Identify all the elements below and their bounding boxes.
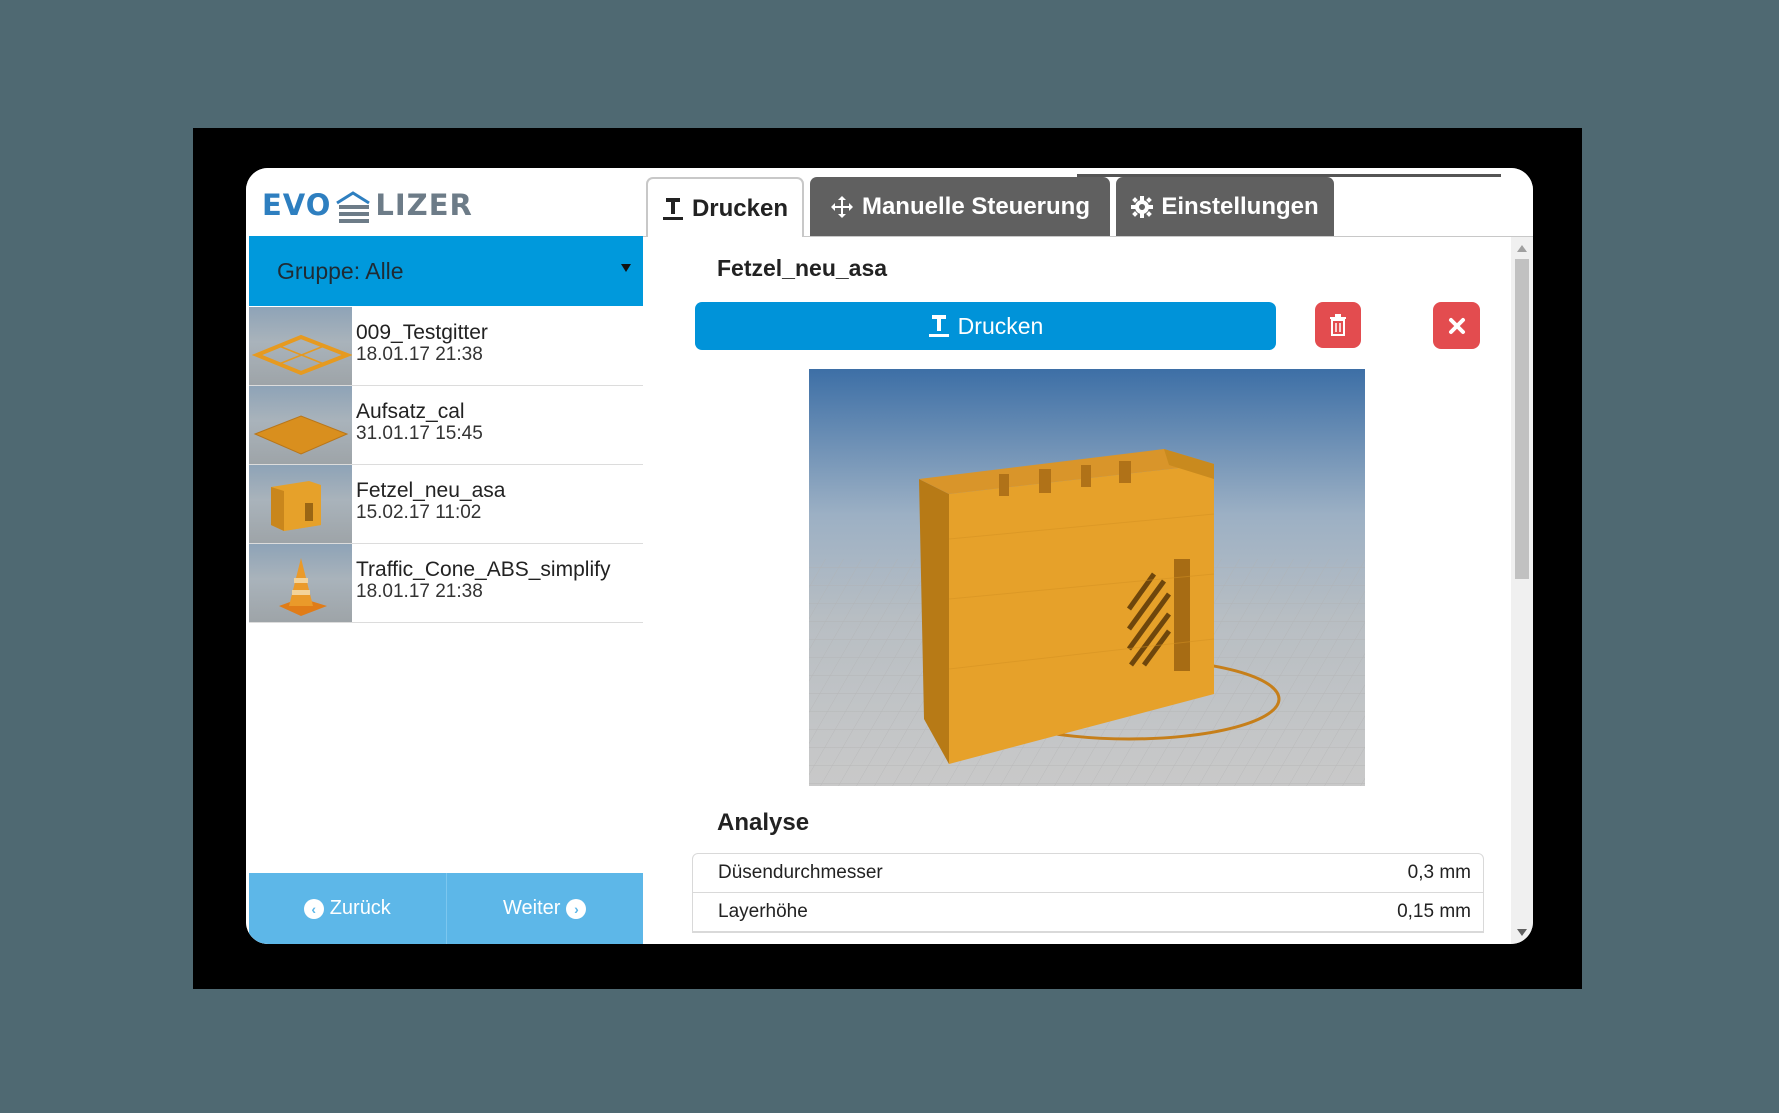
- scroll-down-icon[interactable]: [1517, 929, 1527, 936]
- tab-label: Manuelle Steuerung: [861, 192, 1091, 220]
- logo-mark-icon: [336, 191, 371, 223]
- scroll-up-icon[interactable]: [1517, 245, 1527, 252]
- page-title: Fetzel_neu_asa: [717, 255, 888, 281]
- file-date: 18.01.17 21:38: [356, 581, 483, 602]
- dropdown-caret-icon: [621, 264, 631, 272]
- file-name: 009_Testgitter: [356, 321, 488, 344]
- print-button-label: Drucken: [957, 312, 1044, 339]
- analysis-row: Düsendurchmesser 0,3 mm: [693, 854, 1483, 893]
- file-date: 18.01.17 21:38: [356, 344, 483, 365]
- group-select-label: Gruppe: Alle: [277, 257, 404, 284]
- delete-button[interactable]: [1315, 302, 1361, 348]
- app-logo: EVO LIZER: [262, 182, 473, 228]
- move-arrows-icon: [830, 195, 853, 218]
- file-item-traffic-cone[interactable]: Traffic_Cone_ABS_simplify 18.01.17 21:38: [249, 544, 643, 623]
- back-label: Zurück: [329, 897, 391, 919]
- file-list: 009_Testgitter 18.01.17 21:38 Aufsatz_ca…: [249, 307, 643, 623]
- file-date: 31.01.17 15:45: [356, 423, 483, 444]
- app-screen: EVO LIZER Gruppe: Alle 009_Testgitter 18…: [246, 168, 1533, 944]
- tab-bar: Drucken Manuelle Steuerung Einstellungen: [643, 168, 1533, 238]
- tab-drucken[interactable]: Drucken: [646, 177, 804, 238]
- main-content: Fetzel_neu_asa Drucken Analyse Düsendurc…: [643, 237, 1511, 944]
- file-thumbnail: [249, 544, 352, 622]
- analysis-value: 0,3 mm: [1407, 862, 1471, 883]
- tab-label: Einstellungen: [1161, 192, 1319, 220]
- file-item-aufsatz-cal[interactable]: Aufsatz_cal 31.01.17 15:45: [249, 386, 643, 465]
- gear-icon: [1131, 195, 1154, 218]
- close-button[interactable]: [1433, 302, 1480, 349]
- model-preview-image: [809, 369, 1365, 786]
- pagination: ‹ Zurück Weiter ›: [249, 873, 643, 944]
- file-thumbnail: [249, 386, 352, 464]
- scrollbar-thumb[interactable]: [1515, 259, 1529, 579]
- file-name: Fetzel_neu_asa: [356, 479, 506, 502]
- file-date: 15.02.17 11:02: [356, 502, 482, 523]
- file-name: Traffic_Cone_ABS_simplify: [356, 558, 611, 581]
- print-icon: [928, 315, 949, 337]
- file-name: Aufsatz_cal: [356, 400, 465, 423]
- sidebar: EVO LIZER Gruppe: Alle 009_Testgitter 18…: [246, 168, 644, 944]
- file-thumbnail: [249, 465, 352, 543]
- tab-manuelle-steuerung[interactable]: Manuelle Steuerung: [810, 177, 1110, 236]
- analysis-table: Düsendurchmesser 0,3 mm Layerhöhe 0,15 m…: [692, 853, 1484, 933]
- print-button[interactable]: Drucken: [695, 302, 1276, 350]
- next-label: Weiter: [503, 897, 561, 919]
- group-select[interactable]: Gruppe: Alle: [249, 236, 643, 306]
- close-icon: [1448, 317, 1465, 334]
- tab-label: Drucken: [691, 194, 789, 222]
- tab-einstellungen[interactable]: Einstellungen: [1116, 177, 1334, 236]
- print-icon: [662, 197, 683, 220]
- file-item-fetzel-neu-asa[interactable]: Fetzel_neu_asa 15.02.17 11:02: [249, 465, 643, 544]
- logo-text-evo: EVO: [262, 188, 332, 222]
- file-thumbnail: [249, 307, 352, 385]
- back-button[interactable]: ‹ Zurück: [249, 873, 446, 944]
- file-item-009-testgitter[interactable]: 009_Testgitter 18.01.17 21:38: [249, 307, 643, 386]
- logo-text-lizer: LIZER: [375, 188, 473, 222]
- scrollbar[interactable]: [1511, 237, 1533, 944]
- analysis-label: Düsendurchmesser: [718, 862, 883, 883]
- trash-icon: [1330, 314, 1346, 336]
- analysis-label: Layerhöhe: [718, 901, 808, 922]
- chevron-right-icon: ›: [566, 898, 587, 919]
- analysis-value: 0,15 mm: [1397, 901, 1471, 922]
- analysis-heading: Analyse: [717, 809, 810, 836]
- chevron-left-icon: ‹: [303, 898, 324, 919]
- analysis-row: Layerhöhe 0,15 mm: [693, 893, 1483, 932]
- next-button[interactable]: Weiter ›: [445, 873, 644, 944]
